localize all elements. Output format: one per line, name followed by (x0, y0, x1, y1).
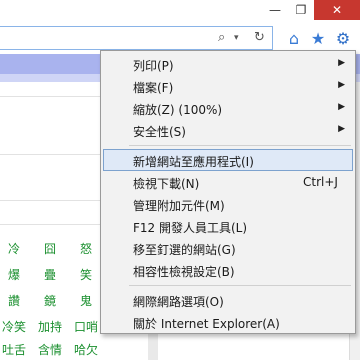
menu-item-manage-addons[interactable]: 管理附加元件(M) (103, 193, 353, 215)
menu-item-label: 網際網路選項(O) (133, 295, 224, 309)
submenu-arrow-icon: ▶ (338, 102, 345, 112)
menu-item-label: 新增網站至應用程式(I) (133, 155, 254, 169)
address-bar[interactable]: ⌕ ▾ ↻ (0, 26, 273, 50)
search-icon[interactable]: ⌕ (218, 30, 225, 45)
menu-item-zoom[interactable]: 縮放(Z) (100%) ▶ (103, 97, 353, 119)
menu-item-compat-view[interactable]: 相容性檢視設定(B) (103, 259, 353, 281)
minimize-icon[interactable]: — (262, 0, 288, 20)
menu-item-label: 檔案(F) (133, 81, 174, 95)
submenu-arrow-icon: ▶ (338, 124, 345, 134)
gear-icon[interactable]: ⚙ (333, 28, 353, 48)
menu-item-label: 檢視下載(N) (133, 177, 200, 191)
divider (0, 224, 100, 225)
submenu-arrow-icon: ▶ (338, 58, 345, 68)
menu-item-about-ie[interactable]: 關於 Internet Explorer(A) (103, 311, 353, 333)
menu-item-shortcut: Ctrl+J (303, 175, 338, 189)
emoticon-link[interactable]: 鏡 (44, 292, 56, 309)
menu-separator (129, 285, 351, 286)
tools-menu: 列印(P) ▶ 檔案(F) ▶ 縮放(Z) (100%) ▶ 安全性(S) ▶ … (100, 50, 356, 334)
home-icon[interactable]: ⌂ (284, 28, 304, 48)
menu-item-internet-options[interactable]: 網際網路選項(O) (103, 289, 353, 311)
emoticon-link[interactable]: 鬼 (80, 292, 92, 309)
emoticon-link[interactable]: 笑 (80, 266, 92, 283)
menu-item-label: 移至釘選的網站(G) (133, 243, 236, 257)
emoticon-link[interactable]: 怒 (80, 240, 92, 257)
emoticon-link[interactable]: 加持 (38, 318, 62, 335)
menu-item-label: F12 開發人員工具(L) (133, 221, 248, 235)
menu-item-print[interactable]: 列印(P) ▶ (103, 53, 353, 75)
divider (0, 200, 100, 201)
emoticon-link[interactable]: 囧 (44, 240, 56, 257)
divider (0, 96, 100, 97)
emoticon-link[interactable]: 爆 (8, 266, 20, 283)
emoticon-link[interactable]: 讚 (8, 292, 20, 309)
divider (0, 154, 100, 155)
restore-icon[interactable]: ❐ (288, 0, 314, 20)
emoticon-link[interactable]: 吐舌 (2, 341, 26, 358)
emoticon-link[interactable]: 冷笑 (2, 318, 26, 335)
refresh-icon[interactable]: ↻ (254, 30, 265, 45)
menu-item-label: 相容性檢視設定(B) (133, 265, 235, 279)
menu-item-label: 縮放(Z) (100%) (133, 103, 223, 117)
menu-item-view-downloads[interactable]: 檢視下載(N) Ctrl+J (103, 171, 353, 193)
window-titlebar: — ❐ ✕ (0, 0, 360, 22)
menu-item-add-site-to-apps[interactable]: 新增網站至應用程式(I) (103, 149, 353, 171)
menu-item-label: 管理附加元件(M) (133, 199, 225, 213)
submenu-arrow-icon: ▶ (338, 80, 345, 90)
menu-item-label: 關於 Internet Explorer(A) (133, 317, 280, 331)
menu-item-f12-devtools[interactable]: F12 開發人員工具(L) (103, 215, 353, 237)
menu-separator (129, 145, 351, 146)
chevron-down-icon[interactable]: ▾ (234, 33, 239, 43)
emoticon-link[interactable]: 口哨 (74, 318, 98, 335)
menu-item-safety[interactable]: 安全性(S) ▶ (103, 119, 353, 141)
emoticon-link[interactable]: 哈欠 (74, 341, 98, 358)
emoticon-link[interactable]: 疊 (44, 266, 56, 283)
menu-item-label: 列印(P) (133, 59, 174, 73)
menu-item-label: 安全性(S) (133, 125, 186, 139)
favorites-icon[interactable]: ★ (308, 28, 328, 48)
emoticon-link[interactable]: 含情 (38, 341, 62, 358)
menu-item-file[interactable]: 檔案(F) ▶ (103, 75, 353, 97)
emoticon-link[interactable]: 冷 (8, 240, 20, 257)
close-icon[interactable]: ✕ (314, 0, 360, 20)
menu-item-pinned-sites[interactable]: 移至釘選的網站(G) (103, 237, 353, 259)
